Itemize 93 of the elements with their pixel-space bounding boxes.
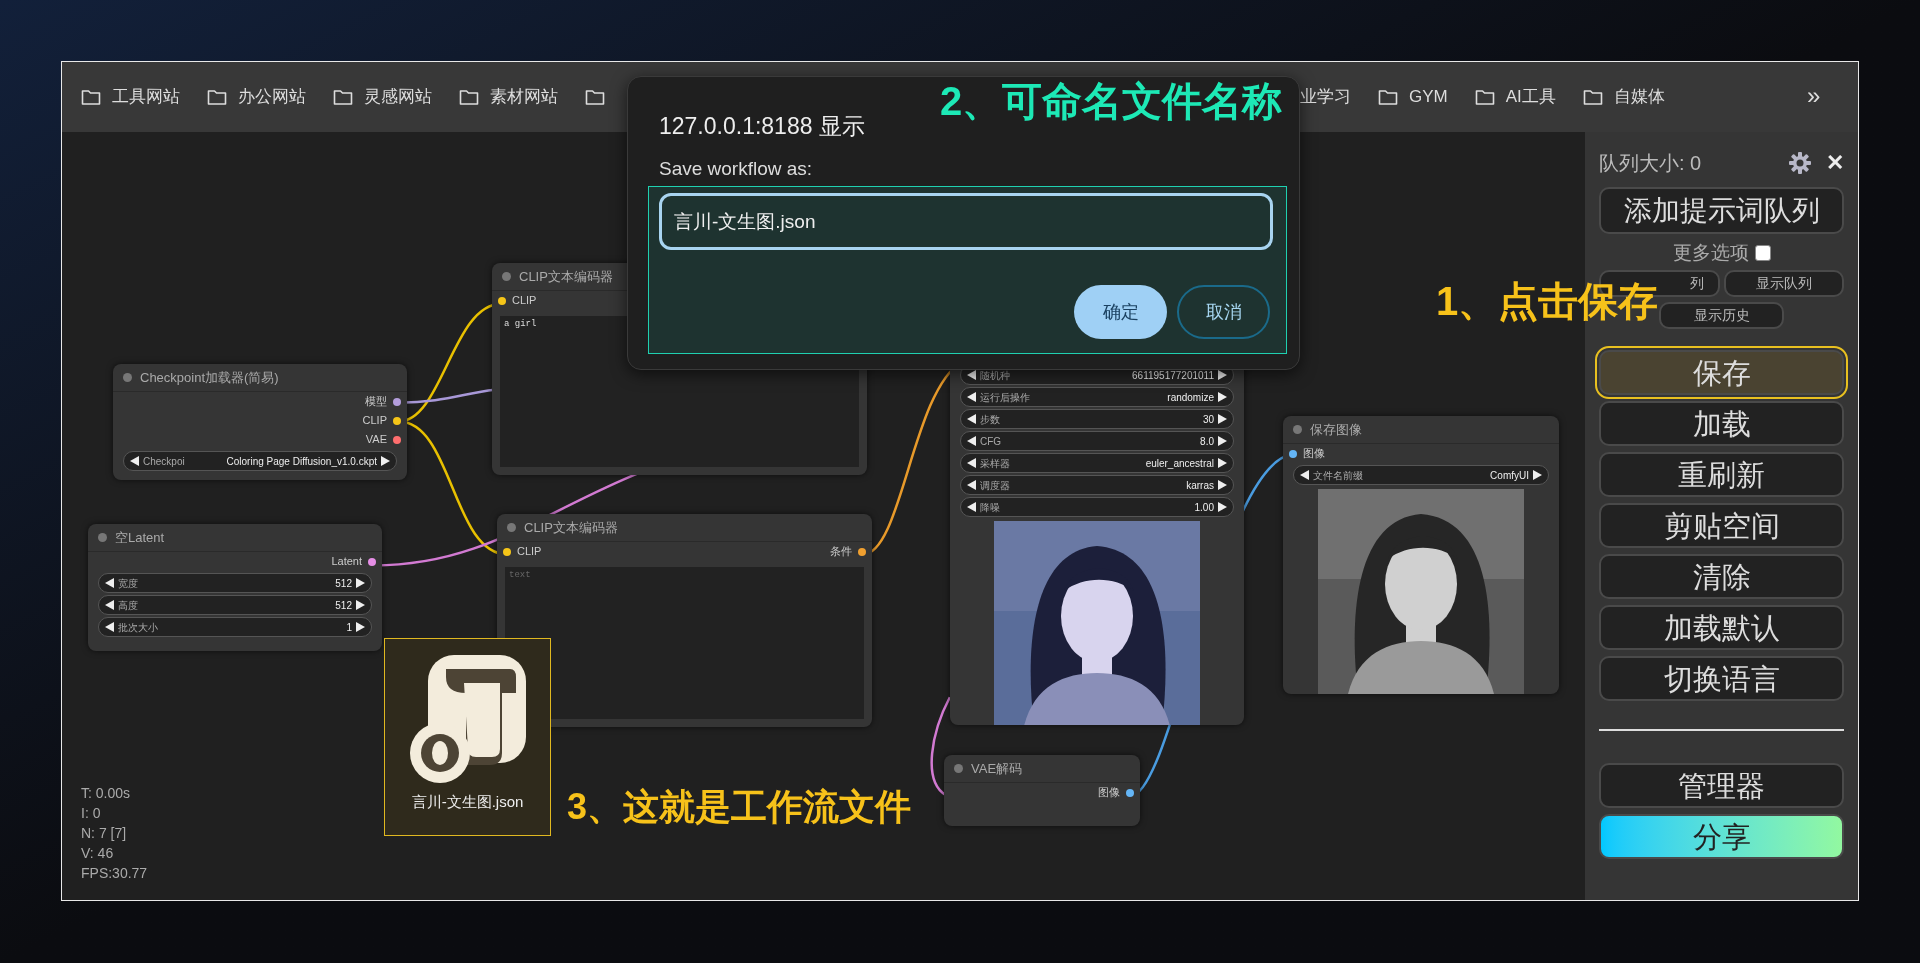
slot-label: VAE [365,432,387,448]
slot-label: Latent [331,554,362,570]
small-button[interactable]: 显示历史 [1659,302,1784,329]
arrow-left-icon[interactable] [130,456,139,466]
close-button[interactable]: ✕ [1826,151,1844,175]
arrow-right-icon[interactable] [1218,414,1227,424]
arrow-left-icon[interactable] [105,622,114,632]
widget-field[interactable]: 运行后操作 randomize [960,387,1234,407]
widget-field[interactable]: 调度器 karras [960,475,1234,495]
annotation-text: 3、这就是工作流文件 [567,785,912,829]
arrow-left-icon[interactable] [967,370,976,380]
menu-button[interactable]: 加载默认 [1599,605,1844,650]
checkbox-label: 更多选项 [1672,240,1749,265]
stats-text: N: 7 [7] [81,824,128,843]
widget-field[interactable]: 采样器 euler_ancestral [960,453,1234,473]
stats-text: FPS:30.77 [81,864,148,883]
arrow-left-icon[interactable] [967,480,976,490]
widget-field[interactable]: 文件名前缀 ComfyUI [1293,465,1549,485]
arrow-right-icon[interactable] [356,578,365,588]
bookmark-link[interactable]: 自媒体 [1581,84,1665,110]
node-title: 保存图像 [1310,420,1362,439]
arrow-right-icon[interactable] [1218,502,1227,512]
slot-label: CLIP [512,293,537,309]
arrow-left-icon[interactable] [105,600,114,610]
arrow-right-icon[interactable] [1218,370,1227,380]
node-title: CLIP文本编码器 [519,267,613,286]
arrow-right-icon[interactable] [1533,470,1542,480]
widget-field[interactable]: 宽度 512 [98,573,372,593]
manager-button[interactable]: 管理器 [1599,763,1844,808]
arrow-left-icon[interactable] [967,436,976,446]
queue-prompt-button[interactable]: 添加提示词队列 [1599,187,1844,234]
bookmark-link[interactable]: 办公网站 [206,84,306,110]
share-button[interactable]: 分享 [1599,814,1844,859]
arrow-left-icon[interactable] [967,392,976,402]
widget-field[interactable]: 批次大小 1 [98,617,372,637]
bookmark-link[interactable]: 工具网站 [80,84,180,110]
confirm-button[interactable]: 确定 [1074,285,1167,339]
slot-label: 条件 [830,544,852,560]
arrow-right-icon[interactable] [1218,458,1227,468]
annotation-text: 2、可命名文件名称 [940,78,1283,124]
node-title: 空Latent [115,528,165,547]
dialog-title: 127.0.0.1:8188 显示 [659,112,865,141]
node-panel[interactable]: CLIP文本编码器 CLIP 条件 text [497,514,872,727]
widget-field[interactable]: 高度 512 [98,595,372,615]
more-button[interactable]: » [1807,82,1821,110]
arrow-right-icon[interactable] [356,600,365,610]
widget-field[interactable]: 降噪 1.00 [960,497,1234,517]
arrow-left-icon[interactable] [967,458,976,468]
slot-label: CLIP [517,544,542,560]
small-button[interactable]: 显示队列 [1723,270,1844,297]
node-title: Checkpoint加载器(简易) [140,368,279,387]
menu-button[interactable]: 重刷新 [1599,452,1844,497]
slot-label: 图像 [1303,446,1325,462]
widget-field[interactable]: Checkpoi Coloring Page Diffusion_v1.0.ckpt [123,451,397,471]
node-panel[interactable]: 保存图像 图像 文件名前缀 ComfyUI [1283,416,1559,694]
bookmark-link[interactable]: 业学习 [1300,84,1351,110]
slot-label: 模型 [365,394,387,410]
arrow-left-icon[interactable] [967,502,976,512]
node-panel[interactable]: 空Latent Latent 宽度 512 高度 512 批次大小 1 [88,524,382,651]
arrow-right-icon[interactable] [1218,436,1227,446]
arrow-left-icon[interactable] [967,414,976,424]
dialog-prompt: Save workflow as: [659,157,813,181]
bookmark-link[interactable]: 灵感网站 [332,84,432,110]
file-item[interactable]: 言川-文生图.json [384,638,551,836]
slot-label: CLIP [362,413,387,429]
widget-field[interactable]: 步数 30 [960,409,1234,429]
arrow-left-icon[interactable] [1300,470,1309,480]
node-title: CLIP文本编码器 [524,518,618,537]
bookmark-link[interactable]: GYM [1377,84,1448,110]
node-title: VAE解码 [971,759,1023,778]
menu-button[interactable]: 清除 [1599,554,1844,599]
widget-field[interactable]: CFG 8.0 [960,431,1234,451]
menu-button[interactable]: 剪贴空间 [1599,503,1844,548]
filename-input[interactable]: 言川-文生图.json [659,193,1273,250]
node-panel[interactable]: Checkpoint加载器(简易) 模型 CLIP VAE Checkpoi Coloring Page Diffusion_v1.0.ckpt [113,364,407,480]
cancel-button[interactable]: 取消 [1177,285,1270,339]
menu-button[interactable]: 切换语言 [1599,656,1844,701]
stats-text: I: 0 [81,804,102,823]
stats-text: T: 0.00s [81,784,132,803]
arrow-right-icon[interactable] [1218,392,1227,402]
bookmark-link[interactable]: AI工具 [1473,84,1556,110]
bookmark-link[interactable]: 素材网站 [458,84,558,110]
menu-button[interactable]: 加载 [1599,401,1844,446]
arrow-right-icon[interactable] [356,622,365,632]
file-name: 言川-文生图.json [411,792,524,812]
queue-size-label: 队列大小: 0 [1599,151,1702,176]
arrow-left-icon[interactable] [105,578,114,588]
checkbox[interactable] [1754,245,1771,261]
slot-label: 图像 [1098,785,1120,801]
arrow-right-icon[interactable] [1218,480,1227,490]
node-panel[interactable]: VAE解码 图像 [944,755,1140,826]
arrow-right-icon[interactable] [381,456,390,466]
stats-text: V: 46 [81,844,115,863]
